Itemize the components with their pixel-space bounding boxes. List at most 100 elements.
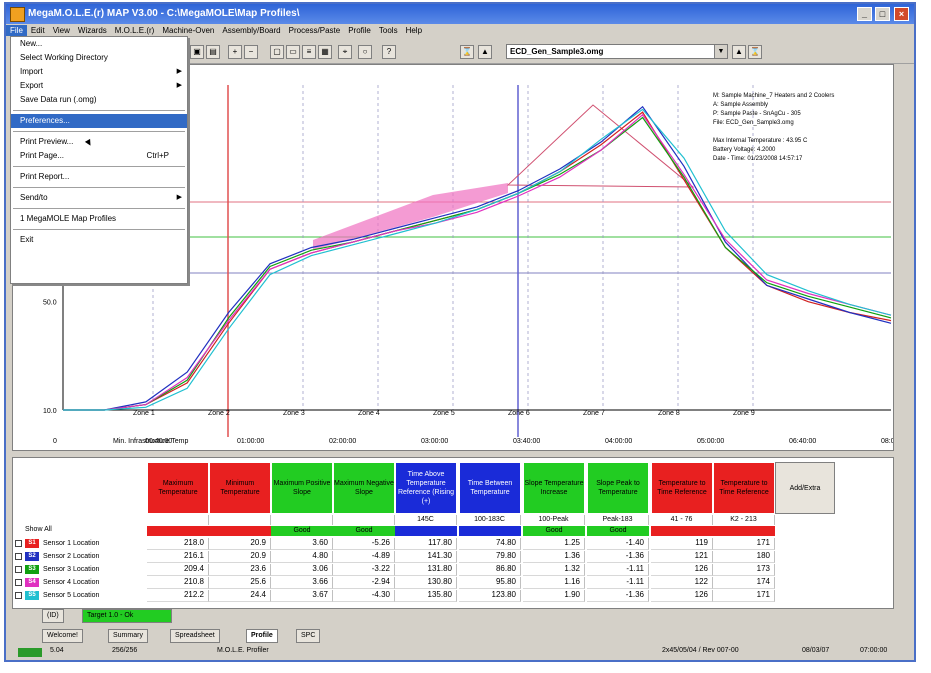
hourglass-icon-2[interactable]: ⌛ — [748, 45, 762, 59]
x-tick-label: 03:40:00 — [513, 438, 540, 445]
table-subheader-cell: 145C — [395, 515, 457, 525]
sensor-name: Sensor 3 Location — [43, 566, 100, 573]
status-cell — [651, 526, 713, 536]
table-cell: 126 — [651, 564, 713, 576]
view-tab[interactable]: Summary — [108, 629, 148, 643]
table-cell: 171 — [713, 590, 775, 602]
sensor-badge: S5 — [25, 591, 39, 600]
print-icon[interactable]: ▤ — [206, 45, 220, 59]
zoom-out-icon[interactable]: − — [244, 45, 258, 59]
table-header-cell[interactable]: Slope Peak to Temperature — [587, 462, 649, 514]
table-cell: -1.36 — [587, 551, 649, 563]
table-header-cell[interactable]: Maximum Temperature — [147, 462, 209, 514]
view-tab[interactable]: SPC — [296, 629, 321, 643]
file-menu-item[interactable]: Exit — [11, 233, 187, 247]
target-tab[interactable]: (ID) — [42, 609, 64, 623]
row-checkbox[interactable] — [15, 579, 22, 586]
table-cell: 174 — [713, 577, 775, 589]
file-menu-item-label: Select Working Directory — [20, 53, 108, 62]
table-subheader-cell: 41 - 76 — [651, 515, 713, 525]
file-menu-item[interactable]: Print Preview... — [11, 135, 187, 149]
view-tab[interactable]: Welcome! — [42, 629, 83, 643]
file-menu-item[interactable]: Print Page... Ctrl+P — [11, 149, 187, 163]
menu-file[interactable]: File — [6, 25, 27, 36]
title-bar[interactable]: MegaM.O.L.E.(r) MAP V3.00 - C:\MegaMOLE\… — [6, 4, 914, 24]
table-cell: 3.06 — [271, 564, 333, 576]
table-header-cell[interactable]: Maximum Positive Slope — [271, 462, 333, 514]
info-box-line: File: ECD_Gen_Sample3.omg — [713, 120, 794, 126]
table-cell: 212.2 — [147, 590, 209, 602]
table-header-cell[interactable]: Temperature to Time Reference — [713, 462, 775, 514]
file-menu-item-label: Preferences... — [20, 116, 70, 125]
zone-label: Zone 1 — [133, 410, 155, 417]
table-cell: 121 — [651, 551, 713, 563]
add-extra-button[interactable]: Add/Extra — [775, 462, 835, 514]
table-cell: -1.11 — [587, 577, 649, 589]
menu-process-paste[interactable]: Process/Paste — [285, 25, 345, 36]
menu-m-o-l-e-r-[interactable]: M.O.L.E.(r) — [111, 25, 159, 36]
menu-view[interactable]: View — [49, 25, 74, 36]
file-menu-item[interactable]: Preferences... — [11, 114, 187, 128]
table-header-cell[interactable]: Temperature to Time Reference — [651, 462, 713, 514]
x-tick-label: 05:00:00 — [697, 438, 724, 445]
sensor-name: Sensor 5 Location — [43, 592, 100, 599]
table-icon[interactable]: ▦ — [318, 45, 332, 59]
menu-wizards[interactable]: Wizards — [74, 25, 111, 36]
table-cell: 3.67 — [271, 590, 333, 602]
minimize-icon[interactable]: _ — [857, 7, 872, 21]
table-header-cell[interactable]: Time Between Temperature — [459, 462, 521, 514]
table-header-cell[interactable]: Time Above Temperature Reference (Rising… — [395, 462, 457, 514]
menu-separator — [13, 131, 185, 132]
x-axis-label: Min. Infrastructure Temp — [113, 438, 188, 445]
row-checkbox[interactable] — [15, 553, 22, 560]
view-tab-strip: Welcome! Summary Spreadsheet Profile SPC — [12, 629, 882, 643]
target-tab-strip: (ID) Target 1.0 - Ok — [12, 609, 882, 623]
file-menu-item[interactable]: Export ▶ — [11, 79, 187, 93]
hourglass-icon[interactable]: ⌛ — [460, 45, 474, 59]
menu-help[interactable]: Help — [402, 25, 426, 36]
file-menu-item[interactable]: 1 MegaMOLE Map Profiles — [11, 212, 187, 226]
chart-icon[interactable]: ≡ — [302, 45, 316, 59]
table-header-cell[interactable]: Minimum Temperature — [209, 462, 271, 514]
file-menu-item[interactable]: Send/to ▶ — [11, 191, 187, 205]
lock-icon[interactable]: ▢ — [270, 45, 284, 59]
search-icon[interactable]: ○ — [358, 45, 372, 59]
table-header-cell[interactable]: Slope Temperature Increase — [523, 462, 585, 514]
arrow-up-icon-2[interactable]: ▲ — [732, 45, 746, 59]
row-checkbox[interactable] — [15, 566, 22, 573]
chevron-down-icon[interactable]: ▼ — [714, 45, 727, 58]
menu-tools[interactable]: Tools — [375, 25, 402, 36]
maximize-icon[interactable]: □ — [875, 7, 890, 21]
file-menu-item[interactable]: Save Data run (.omg) — [11, 93, 187, 107]
menu-edit[interactable]: Edit — [27, 25, 49, 36]
view-tab[interactable]: Profile — [246, 629, 278, 643]
save-icon[interactable]: ▣ — [190, 45, 204, 59]
menu-assembly-board[interactable]: Assembly/Board — [218, 25, 284, 36]
table-cell: 25.6 — [209, 577, 271, 589]
profile-file-combo[interactable]: ECD_Gen_Sample3.omg ▼ — [506, 44, 728, 59]
zoom-in-icon[interactable]: + — [228, 45, 242, 59]
file-menu-item[interactable]: New... — [11, 37, 187, 51]
folder-icon[interactable]: ▭ — [286, 45, 300, 59]
file-menu-item[interactable]: Select Working Directory — [11, 51, 187, 65]
file-menu-item[interactable]: Import ▶ — [11, 65, 187, 79]
table-cell: 20.9 — [209, 551, 271, 563]
view-tab[interactable]: Spreadsheet — [170, 629, 220, 643]
menu-profile[interactable]: Profile — [344, 25, 375, 36]
close-icon[interactable]: × — [894, 7, 909, 21]
row-checkbox[interactable] — [15, 592, 22, 599]
x-tick-label: 0 — [53, 438, 57, 445]
x-tick-label: 04:00:00 — [605, 438, 632, 445]
arrow-up-icon[interactable]: ▲ — [478, 45, 492, 59]
table-subheader-cell: 100-183C — [459, 515, 521, 525]
table-header-cell[interactable]: Maximum Negative Slope — [333, 462, 395, 514]
row-checkbox[interactable] — [15, 540, 22, 547]
sensor-name: Sensor 2 Location — [43, 553, 100, 560]
file-menu-item[interactable]: Print Report... — [11, 170, 187, 184]
help-icon[interactable]: ? — [382, 45, 396, 59]
target-tab[interactable]: Target 1.0 - Ok — [82, 609, 172, 623]
show-all-label[interactable]: Show All — [25, 526, 52, 533]
table-cell: 209.4 — [147, 564, 209, 576]
tool-icon[interactable]: ⌖ — [338, 45, 352, 59]
menu-machine-oven[interactable]: Machine-Oven — [158, 25, 218, 36]
